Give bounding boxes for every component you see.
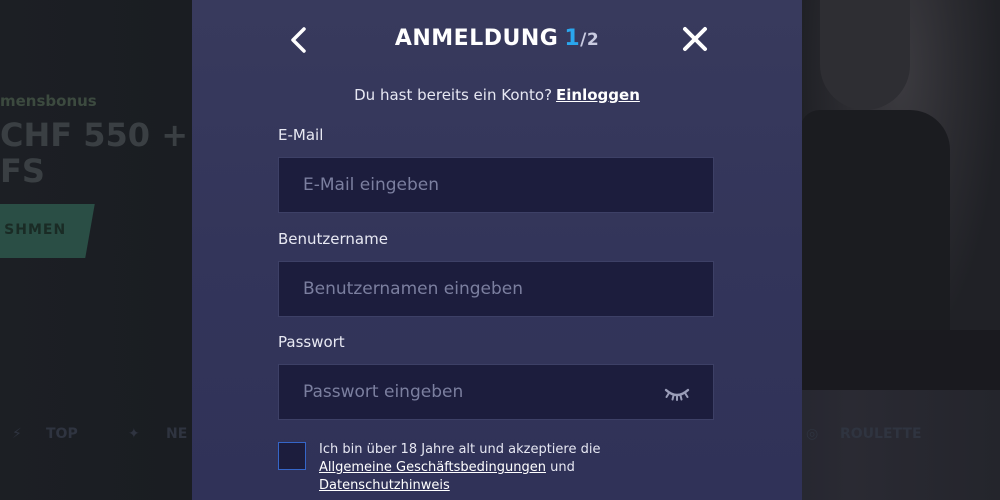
terms-text: Ich bin über 18 Jahre alt und akzeptiere… [319,441,699,495]
close-icon [683,27,707,51]
terms-conjunction: und [550,460,575,475]
bg-nav-item-roulette: ROULETTE [840,426,922,442]
close-button[interactable] [680,24,710,54]
promo-small-text: mensbonus [0,92,97,110]
modal-header: ANMELDUNG 1/2 [192,18,802,62]
step-current: 1 [564,26,581,51]
star-icon: ✦ [128,426,140,442]
promo-button-label: SHMEN [4,222,67,238]
password-field[interactable] [279,365,713,419]
login-prompt-text: Du hast bereits ein Konto? [354,86,553,104]
background-dealer-image [800,0,1000,360]
email-label: E-Mail [278,126,324,144]
username-label: Benutzername [278,230,388,248]
username-field-container [278,261,714,317]
bg-nav-item-top: TOP [46,426,78,442]
eye-closed-icon[interactable] [663,382,691,404]
email-field[interactable] [279,158,713,212]
background-promo-button: SHMEN [0,204,95,258]
promo-fs-text: FS [0,152,45,190]
login-link[interactable]: Einloggen [556,86,640,104]
terms-text-before: Ich bin über 18 Jahre alt und akzeptiere… [319,442,601,457]
title-text: ANMELDUNG [394,26,559,51]
privacy-link[interactable]: Datenschutzhinweis [319,478,450,493]
roulette-icon: ◎ [806,426,819,442]
registration-modal: ANMELDUNG 1/2 Du hast bereits ein Konto? E… [192,0,802,500]
background-table-image [800,330,1000,390]
lightning-icon: ⚡ [12,426,22,442]
page-title: ANMELDUNG 1/2 [192,26,802,51]
promo-amount-text: CHF 550 + [0,116,189,154]
step-total: /2 [580,30,600,50]
email-field-container [278,157,714,213]
username-field[interactable] [279,262,713,316]
bg-nav-item-new: NE [166,426,188,442]
login-prompt: Du hast bereits ein Konto? Einloggen [192,86,802,104]
password-label: Passwort [278,333,345,351]
agb-link[interactable]: Allgemeine Geschäftsbedingungen [319,460,546,475]
terms-checkbox[interactable] [278,442,306,470]
password-field-container [278,364,714,420]
